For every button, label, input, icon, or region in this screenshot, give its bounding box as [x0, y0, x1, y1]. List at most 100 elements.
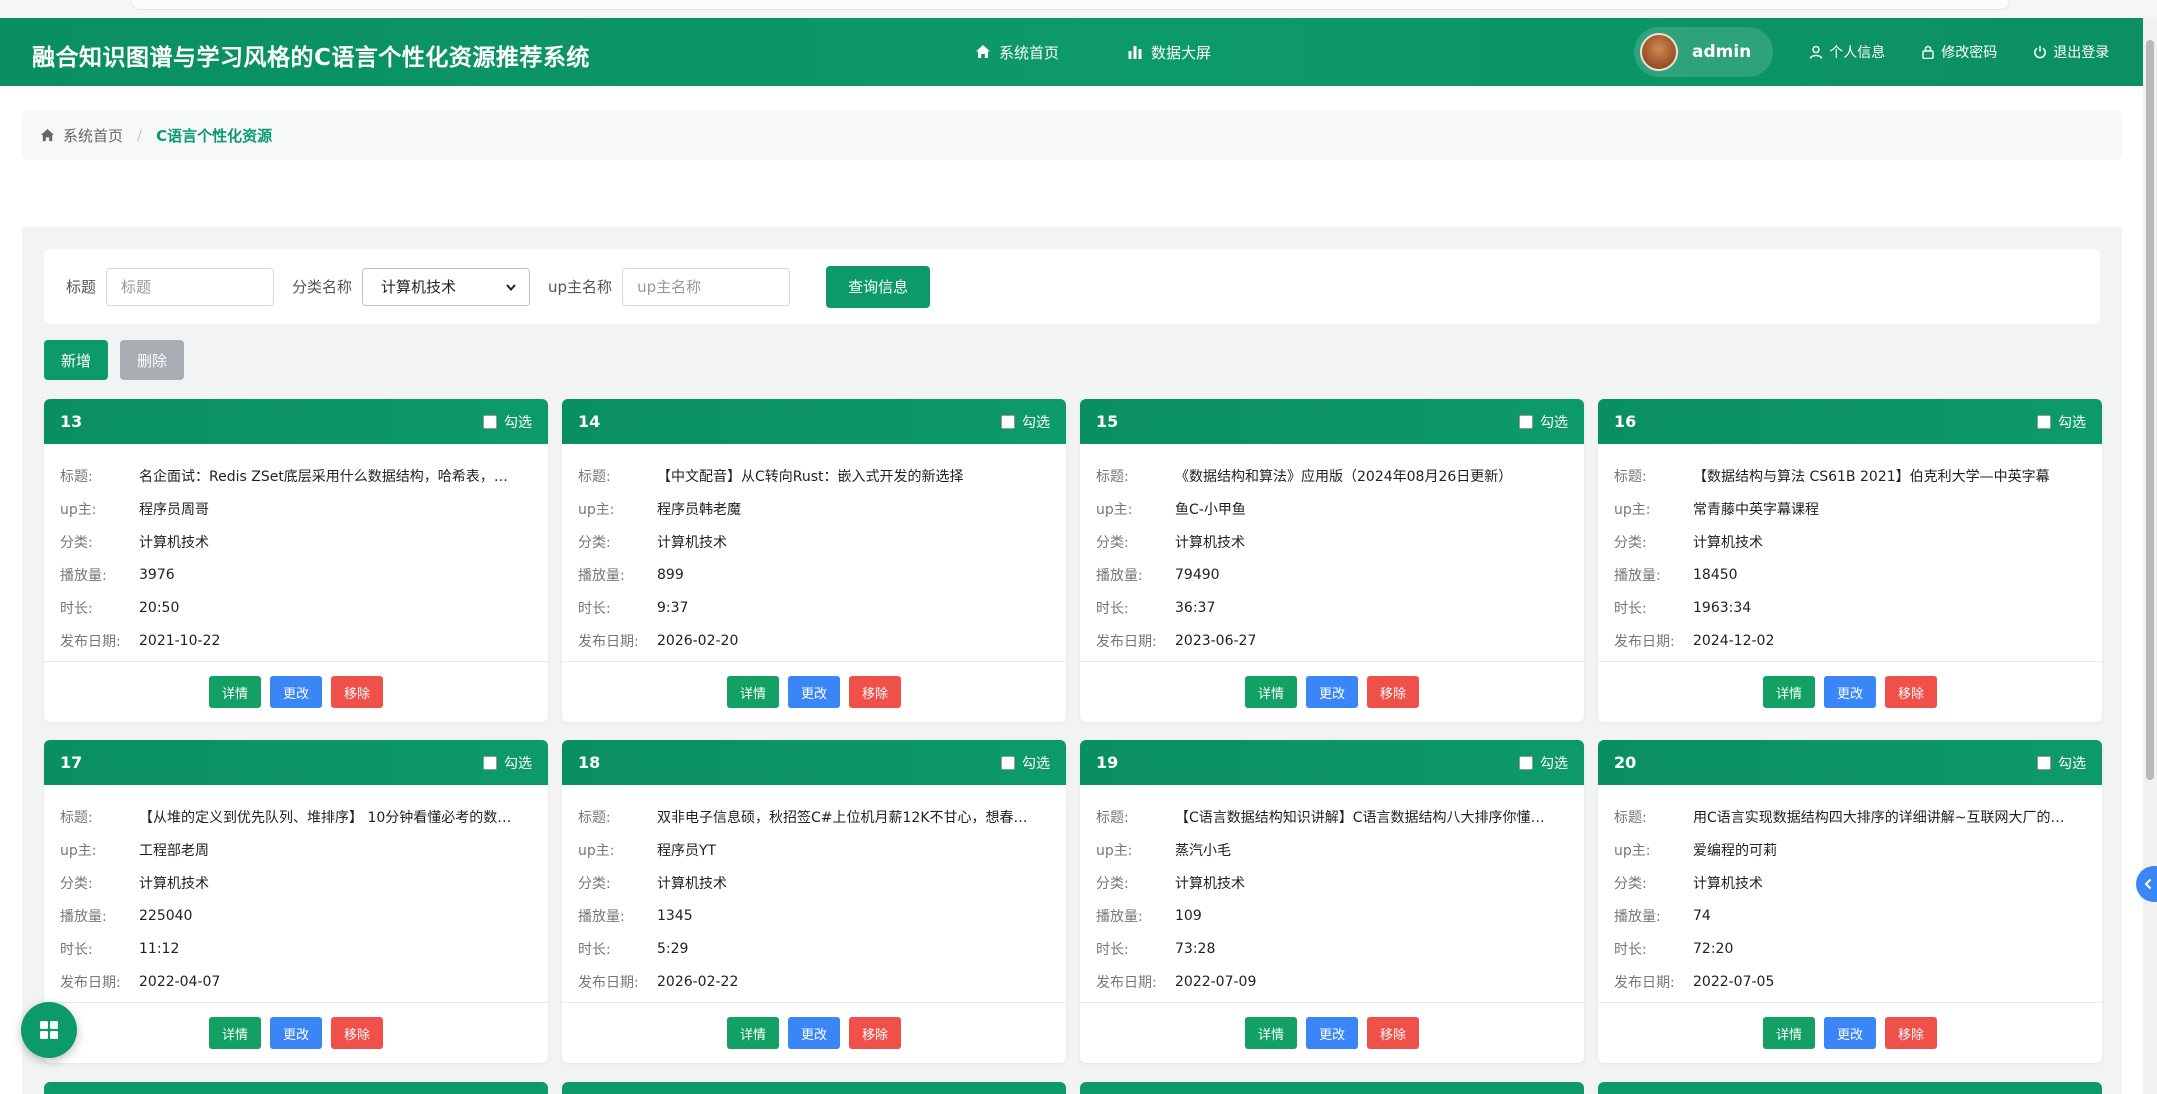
floating-menu-button[interactable]	[21, 1002, 77, 1058]
remove-button[interactable]: 移除	[331, 676, 384, 708]
card-field-views: 播放量: 3976	[60, 558, 532, 591]
category-select-value: 计算机技术	[381, 278, 457, 296]
checkbox-box[interactable]	[1001, 755, 1015, 770]
field-label: up主:	[1096, 501, 1133, 518]
checkbox-box[interactable]	[483, 755, 497, 770]
field-value: 73:28	[1175, 940, 1216, 957]
breadcrumb-home[interactable]: 系统首页	[63, 125, 123, 146]
select-label: 勾选	[2058, 755, 2086, 772]
user-menu[interactable]: admin	[1634, 27, 1774, 77]
page-scrollbar[interactable]	[2143, 18, 2157, 1094]
detail-button[interactable]: 详情	[208, 676, 261, 708]
card-id: 14	[578, 412, 601, 431]
card-field-duration: 时长: 20:50	[60, 591, 532, 624]
add-button[interactable]: 新增	[44, 340, 109, 380]
select-checkbox[interactable]: 勾选	[483, 753, 532, 773]
edit-button[interactable]: 更改	[787, 676, 840, 708]
uploader-filter-input[interactable]: up主名称	[622, 267, 791, 306]
card-id: 18	[578, 753, 601, 772]
delete-button[interactable]: 删除	[120, 340, 185, 380]
checkbox-box[interactable]	[1519, 755, 1533, 770]
edit-button[interactable]: 更改	[269, 1017, 322, 1049]
home-icon	[40, 128, 55, 141]
card-field-duration: 时长: 36:37	[1096, 591, 1568, 624]
select-checkbox[interactable]: 勾选	[2037, 753, 2086, 773]
lock-icon	[1922, 45, 1934, 59]
checkbox-box[interactable]	[2037, 755, 2051, 770]
field-value: 20:50	[139, 599, 180, 616]
select-checkbox[interactable]: 勾选	[1001, 412, 1050, 432]
detail-button[interactable]: 详情	[726, 676, 779, 708]
category-select[interactable]: 计算机技术	[362, 267, 531, 306]
bar-chart-icon	[1128, 46, 1142, 59]
field-label: 发布日期:	[578, 974, 639, 991]
field-label: 发布日期:	[60, 633, 121, 650]
card-field-category: 分类: 计算机技术	[60, 525, 532, 558]
detail-button[interactable]: 详情	[1762, 1017, 1815, 1049]
field-value: 程序员韩老魔	[657, 501, 741, 518]
nav-password-link[interactable]: 修改密码	[1921, 42, 1997, 62]
edit-button[interactable]: 更改	[1823, 1017, 1876, 1049]
select-checkbox[interactable]: 勾选	[1519, 753, 1568, 773]
checkbox-box[interactable]	[2037, 414, 2051, 429]
card-field-duration: 时长: 1963:34	[1614, 591, 2086, 624]
detail-button[interactable]: 详情	[1762, 676, 1815, 708]
card-body: 标题: 【从堆的定义到优先队列、堆排序】 10分钟看懂必考的数据结构——堆 up主:…	[44, 785, 548, 1003]
edit-button[interactable]: 更改	[269, 676, 322, 708]
checkbox-box[interactable]	[1001, 414, 1015, 429]
field-label: 分类:	[1614, 875, 1647, 892]
remove-button[interactable]: 移除	[1367, 676, 1420, 708]
detail-button[interactable]: 详情	[1244, 1017, 1297, 1049]
title-filter-input[interactable]: 标题	[106, 267, 275, 306]
field-label: 播放量:	[1096, 567, 1143, 584]
edit-button[interactable]: 更改	[1823, 676, 1876, 708]
field-label: 发布日期:	[578, 633, 639, 650]
resource-card-peek	[44, 1082, 548, 1094]
field-value: 74	[1693, 907, 1711, 924]
nav-dashboard-link[interactable]: 数据大屏	[1127, 42, 1211, 63]
detail-button[interactable]: 详情	[726, 1017, 779, 1049]
field-value: 2021-10-22	[139, 632, 221, 649]
remove-button[interactable]: 移除	[1885, 1017, 1938, 1049]
user-nav: admin 个人信息 修改密码 退出登录	[1634, 27, 2145, 77]
card-field-title: 标题: 【数据结构与算法 CS61B 2021】伯克利大学—中英字幕	[1614, 459, 2086, 492]
field-label: 标题:	[578, 809, 611, 826]
select-checkbox[interactable]: 勾选	[483, 412, 532, 432]
select-label: 勾选	[1022, 755, 1050, 772]
home-icon	[976, 45, 990, 58]
edit-button[interactable]: 更改	[1305, 676, 1358, 708]
query-button[interactable]: 查询信息	[826, 265, 931, 308]
scrollbar-thumb[interactable]	[2146, 40, 2154, 780]
field-label: 发布日期:	[1096, 974, 1157, 991]
checkbox-box[interactable]	[1519, 414, 1533, 429]
field-value: 程序员YT	[657, 842, 717, 859]
checkbox-box[interactable]	[483, 414, 497, 429]
card-field-title: 标题: 双非电子信息硕，秋招签C#上位机月薪12K不甘心，想春招再冲一把	[578, 800, 1050, 833]
remove-button[interactable]: 移除	[849, 676, 902, 708]
card-field-uploader: up主: 程序员周哥	[60, 492, 532, 525]
edit-button[interactable]: 更改	[1305, 1017, 1358, 1049]
field-value: 899	[657, 566, 684, 583]
detail-button[interactable]: 详情	[1244, 676, 1297, 708]
address-bar-edge	[130, 0, 2010, 10]
resource-card-peek	[1598, 1082, 2102, 1094]
detail-button[interactable]: 详情	[208, 1017, 261, 1049]
remove-button[interactable]: 移除	[331, 1017, 384, 1049]
nav-profile-link[interactable]: 个人信息	[1809, 42, 1885, 62]
remove-button[interactable]: 移除	[849, 1017, 902, 1049]
field-value: 36:37	[1175, 599, 1216, 616]
edit-button[interactable]: 更改	[787, 1017, 840, 1049]
side-panel-toggle[interactable]	[2136, 866, 2157, 902]
remove-button[interactable]: 移除	[1885, 676, 1938, 708]
nav-home-link[interactable]: 系统首页	[975, 42, 1059, 63]
card-field-title: 标题: 用C语言实现数据结构四大排序的详细讲解~互联网大厂的面试题	[1614, 800, 2086, 833]
select-checkbox[interactable]: 勾选	[1001, 753, 1050, 773]
select-checkbox[interactable]: 勾选	[2037, 412, 2086, 432]
select-checkbox[interactable]: 勾选	[1519, 412, 1568, 432]
card-header: 17 勾选	[44, 740, 548, 785]
select-label: 勾选	[1540, 414, 1568, 431]
field-label: 时长:	[1614, 941, 1647, 958]
nav-logout-link[interactable]: 退出登录	[2033, 42, 2109, 62]
card-field-category: 分类: 计算机技术	[578, 866, 1050, 899]
remove-button[interactable]: 移除	[1367, 1017, 1420, 1049]
